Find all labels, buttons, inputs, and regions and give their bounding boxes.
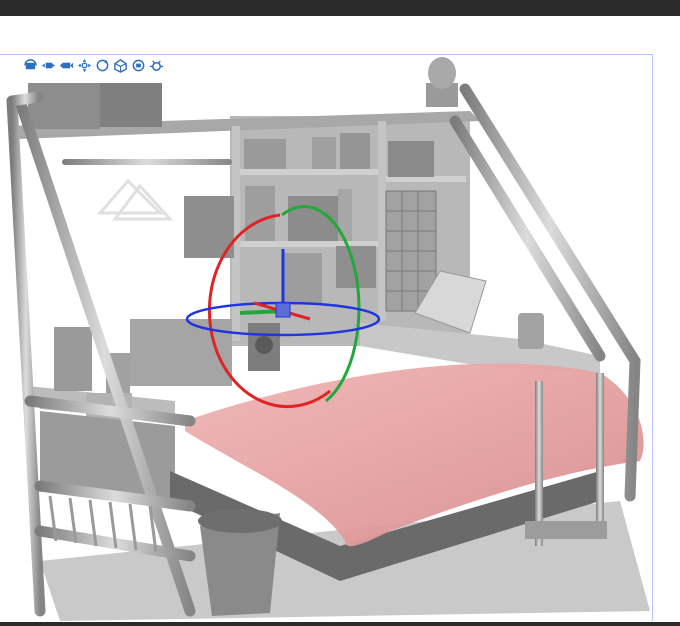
object-pose-button[interactable]: [112, 57, 128, 73]
storage-box: [100, 83, 162, 127]
cactus: [428, 57, 456, 89]
camera-dolly-icon: [59, 62, 73, 68]
camera-rotate-button[interactable]: [22, 57, 38, 73]
jar: [340, 133, 370, 169]
shelf-divider: [378, 121, 386, 321]
trash-bin-rim: [198, 509, 282, 533]
rotate-object-icon: [96, 59, 108, 71]
status-bar: [0, 622, 680, 626]
mug: [518, 313, 544, 349]
books: [245, 186, 275, 241]
clothes-rail: [62, 159, 232, 165]
camera-reset-button[interactable]: [130, 57, 146, 73]
object-launcher-toolbar: [22, 57, 164, 73]
object-settings-icon: [149, 59, 163, 71]
camera-pan-button[interactable]: [40, 57, 56, 73]
rotate-object-button[interactable]: [94, 57, 110, 73]
3d-viewport[interactable]: [0, 54, 653, 621]
camera-rotate-icon: [23, 58, 37, 69]
table-base: [525, 521, 607, 539]
lamp-shade: [54, 327, 92, 391]
gizmo-center-handle[interactable]: [275, 302, 291, 318]
scene-render[interactable]: [0, 55, 652, 621]
picture-frame: [244, 139, 286, 169]
camera-pan-icon: [41, 62, 55, 68]
jar: [312, 137, 336, 169]
object-pose-icon: [113, 58, 127, 73]
table-leg: [596, 373, 604, 523]
picture-frame: [388, 141, 434, 177]
camera-reset-icon: [132, 59, 144, 71]
object-settings-button[interactable]: [148, 57, 164, 73]
shelf-board: [240, 169, 378, 175]
storage-box: [28, 83, 100, 129]
books: [282, 253, 322, 303]
speaker-cone: [255, 336, 273, 354]
window-title-bar: [0, 0, 680, 16]
move-object-button[interactable]: [76, 57, 92, 73]
camera-dolly-button[interactable]: [58, 57, 74, 73]
hangers: [96, 178, 174, 221]
move-object-icon: [77, 58, 91, 72]
